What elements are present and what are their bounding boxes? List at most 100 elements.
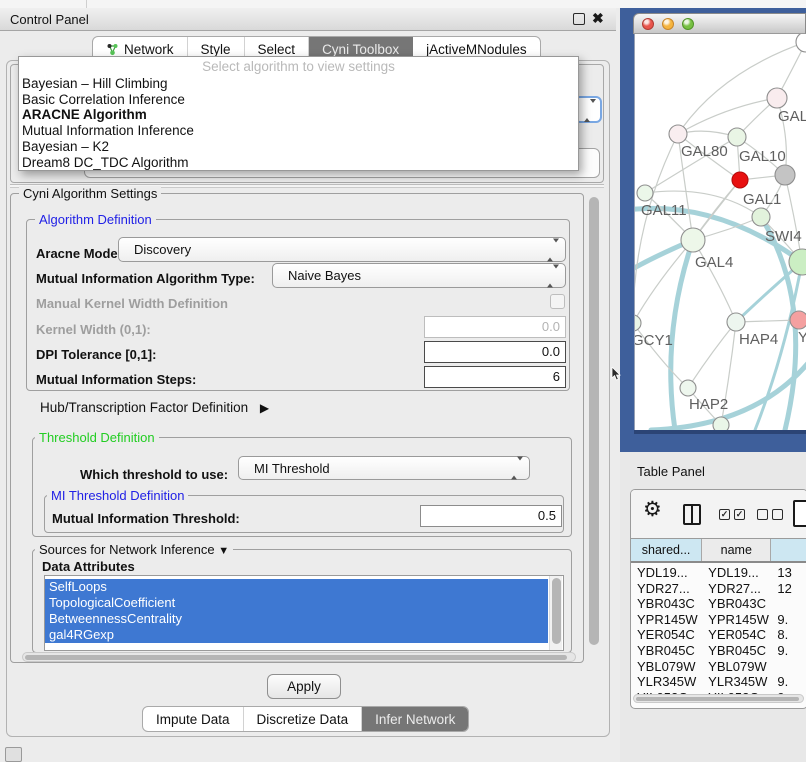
attribute-item-selfloops[interactable]: SelfLoops (45, 579, 548, 595)
algorithm-option-dream8-dc-tdc-algorithm[interactable]: Dream8 DC_TDC Algorithm (19, 155, 578, 171)
network-view-canvas[interactable]: GALGAL80GAL10GAL1GAL11SWI4GAL4GCY1HAP4YH… (634, 34, 806, 430)
tab-label: Style (201, 42, 231, 57)
aracne-mode-combo[interactable]: Discovery (118, 237, 566, 262)
network-node-label: GAL80 (681, 143, 728, 160)
data-attributes-label: Data Attributes (42, 559, 135, 574)
dock-panel-icon[interactable] (5, 747, 22, 762)
settings-gear-icon[interactable]: ⚙ (643, 497, 662, 522)
table-row[interactable]: YBR043CYBR043C (631, 596, 806, 612)
table-row[interactable]: YPR145WYPR145W9. (631, 612, 806, 628)
settings-horizontal-scrollbar[interactable] (22, 652, 576, 662)
mi-steps-field[interactable]: 6 (424, 366, 566, 388)
checked-checkbox-icon[interactable]: ✓ (734, 509, 745, 520)
network-node-gal4[interactable] (681, 228, 705, 252)
network-node-label: HAP2 (689, 396, 728, 413)
scrollbar-thumb[interactable] (589, 197, 599, 645)
attribute-item-topologicalcoefficient[interactable]: TopologicalCoefficient (45, 595, 548, 611)
mi-threshold-field[interactable]: 0.5 (420, 505, 562, 527)
network-node-label: GAL11 (641, 202, 687, 219)
manual-kernel-label: Manual Kernel Width Definition (36, 296, 228, 311)
table-row[interactable]: YBL079WYBL079W (631, 659, 806, 675)
mi-type-value: Naive Bayes (288, 268, 361, 283)
table-header-col3[interactable] (771, 539, 806, 561)
kernel-width-value: 0.0 (542, 319, 560, 334)
algorithm-definition-title: Algorithm Definition (35, 212, 156, 227)
table-row[interactable]: YER054CYER054C8. (631, 627, 806, 643)
unchecked-checkbox-icon[interactable] (772, 509, 783, 520)
network-node-unlabeled[interactable] (713, 417, 729, 430)
toolbar-divider (86, 0, 87, 8)
dpi-tolerance-field[interactable]: 0.0 (424, 341, 566, 363)
network-edge[interactable] (678, 98, 777, 134)
table-horizontal-scrollbar[interactable] (633, 694, 804, 703)
network-node-y[interactable] (790, 311, 806, 329)
table-cell: YER054C (631, 627, 702, 643)
checked-checkbox-icon[interactable]: ✓ (719, 509, 730, 520)
table-cell: YBR043C (631, 596, 702, 612)
algorithm-option-basic-correlation-inference[interactable]: Basic Correlation Inference (19, 92, 578, 108)
manual-kernel-checkbox[interactable] (550, 294, 565, 309)
scrollbar-thumb[interactable] (25, 655, 567, 661)
network-node-gal1[interactable] (732, 172, 748, 188)
network-node-gcy1[interactable] (635, 315, 641, 331)
float-window-icon[interactable] (573, 13, 585, 25)
network-edge[interactable] (635, 134, 678, 323)
algorithm-option-aracne-algorithm[interactable]: ARACNE Algorithm (19, 107, 578, 123)
table-header-name[interactable]: name (702, 539, 771, 561)
settings-vertical-scrollbar[interactable] (587, 193, 601, 663)
network-node-swi4[interactable] (752, 208, 770, 226)
tab-label: Discretize Data (257, 712, 349, 727)
table-row[interactable]: YDR27...YDR27...12 (631, 581, 806, 597)
which-threshold-label: Which threshold to use: (80, 467, 228, 482)
network-node-hap4[interactable] (727, 313, 745, 331)
split-columns-icon[interactable] (683, 504, 701, 525)
attribute-item-gal4rgexp[interactable]: gal4RGexp (45, 627, 548, 643)
hub-definition-toggle[interactable]: Hub/Transcription Factor Definition ▶ (40, 400, 269, 415)
close-icon[interactable]: ✖ (592, 10, 604, 27)
network-node-unlabeled[interactable] (796, 34, 806, 52)
window-close-button[interactable] (642, 18, 654, 30)
combo-stepper-icon (584, 103, 596, 118)
network-node-gal80[interactable] (669, 125, 687, 143)
combo-stepper-icon (511, 461, 523, 476)
bottom-tab-impute-data[interactable]: Impute Data (143, 707, 244, 731)
table-row[interactable]: YLR345WYLR345W9. (631, 674, 806, 690)
table-cell: YDL19... (631, 565, 702, 581)
scrollbar-thumb[interactable] (552, 578, 561, 644)
bottom-tab-infer-network[interactable]: Infer Network (362, 707, 468, 731)
network-node-label: GAL10 (739, 148, 786, 165)
list-vertical-scrollbar[interactable] (549, 576, 562, 650)
attribute-item-betweennesscentrality[interactable]: BetweennessCentrality (45, 611, 548, 627)
network-node-hap2[interactable] (680, 380, 696, 396)
network-window-titlebar[interactable] (633, 13, 806, 34)
sources-title-toggle[interactable]: Sources for Network Inference ▼ (35, 542, 233, 557)
dpi-tolerance-label: DPI Tolerance [0,1]: (36, 347, 156, 362)
bottom-tab-discretize-data[interactable]: Discretize Data (244, 707, 363, 731)
network-edge[interactable] (693, 240, 736, 322)
which-threshold-combo[interactable]: MI Threshold (238, 456, 530, 480)
kernel-width-field[interactable]: 0.0 (424, 316, 566, 338)
algorithm-option-bayesian-k2[interactable]: Bayesian – K2 (19, 139, 578, 155)
mi-type-combo[interactable]: Naive Bayes (272, 263, 566, 288)
algorithm-option-bayesian-hill-climbing[interactable]: Bayesian – Hill Climbing (19, 76, 578, 92)
table-row[interactable]: YDL19...YDL19...13 (631, 565, 806, 581)
window-minimize-button[interactable] (662, 18, 674, 30)
document-icon[interactable] (793, 500, 806, 527)
sources-title: Sources for Network Inference (39, 542, 215, 557)
unchecked-checkbox-icon[interactable] (757, 509, 768, 520)
network-node-gal11[interactable] (637, 185, 653, 201)
table-body: YDL19...YDL19...13YDR27...YDR27...12YBR0… (631, 565, 806, 705)
network-node-unlabeled[interactable] (775, 165, 795, 185)
tab-label: Select (258, 42, 296, 57)
table-cell: 9. (771, 612, 806, 628)
table-row[interactable]: YBR045CYBR045C9. (631, 643, 806, 659)
scrollbar-thumb[interactable] (636, 697, 799, 702)
data-attributes-list[interactable]: SelfLoopsTopologicalCoefficientBetweenne… (44, 575, 564, 651)
table-cell: YPR145W (702, 612, 771, 628)
network-node-gal10[interactable] (728, 128, 746, 146)
table-header-shared[interactable]: shared... (631, 539, 702, 561)
apply-button[interactable]: Apply (267, 674, 341, 699)
network-node-gal[interactable] (767, 88, 787, 108)
algorithm-option-mutual-information-inference[interactable]: Mutual Information Inference (19, 123, 578, 139)
window-zoom-button[interactable] (682, 18, 694, 30)
